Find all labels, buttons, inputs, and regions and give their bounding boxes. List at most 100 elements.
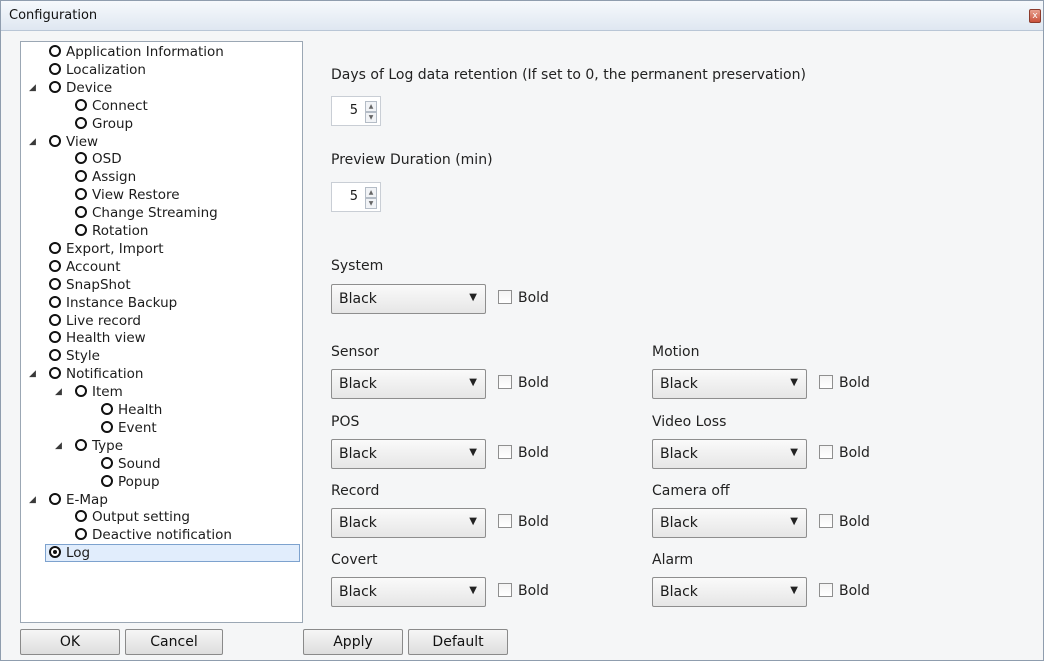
close-button[interactable]: x <box>1029 9 1041 23</box>
tree-item[interactable]: Device <box>49 79 112 97</box>
checkbox-icon[interactable] <box>498 375 512 389</box>
tree-item[interactable]: Connect <box>75 97 148 115</box>
alarm-color-dropdown[interactable]: Black ▼ <box>652 577 807 607</box>
tree-item[interactable]: Event <box>101 419 157 437</box>
covert-color-dropdown[interactable]: Black ▼ <box>331 577 486 607</box>
dropdown-value: Black <box>660 376 698 392</box>
tree-item[interactable]: Notification <box>49 365 143 383</box>
tree-item-label: Deactive notification <box>92 527 232 544</box>
checkbox-icon[interactable] <box>498 290 512 304</box>
configuration-window: Configuration x Application Information L… <box>0 0 1044 661</box>
tree-item[interactable]: Log <box>49 544 90 562</box>
checkbox-icon[interactable] <box>819 583 833 597</box>
tree-item[interactable]: Export, Import <box>49 240 164 258</box>
expand-arrow-icon[interactable]: ◢ <box>29 365 36 383</box>
bold-label: Bold <box>518 583 549 599</box>
tree-item[interactable]: SnapShot <box>49 276 131 294</box>
tree-item[interactable]: Sound <box>101 455 161 473</box>
tree-item[interactable]: Type <box>75 437 123 455</box>
tree-item[interactable]: Account <box>49 258 121 276</box>
radio-icon <box>75 385 87 398</box>
chevron-down-icon: ▼ <box>790 516 798 527</box>
chevron-down-icon: ▼ <box>469 377 477 388</box>
radio-icon <box>75 170 87 183</box>
expand-arrow-icon[interactable]: ◢ <box>55 437 62 455</box>
tree-item[interactable]: Rotation <box>75 222 148 240</box>
record-bold-checkbox[interactable]: Bold <box>498 514 549 534</box>
motion-color-dropdown[interactable]: Black ▼ <box>652 369 807 399</box>
tree-item[interactable]: E-Map <box>49 491 108 509</box>
preview-label: Preview Duration (min) <box>331 152 493 168</box>
pos-bold-checkbox[interactable]: Bold <box>498 445 549 465</box>
system-bold-checkbox[interactable]: Bold <box>498 290 549 310</box>
checkbox-icon[interactable] <box>498 583 512 597</box>
radio-icon <box>75 224 87 236</box>
tree-item[interactable]: Style <box>49 347 100 365</box>
tree-item[interactable]: Instance Backup <box>49 294 177 312</box>
spin-down-icon[interactable]: ▼ <box>365 198 377 209</box>
checkbox-icon[interactable] <box>498 514 512 528</box>
tree-item[interactable]: Localization <box>49 61 146 79</box>
tree-item[interactable]: Popup <box>101 473 160 491</box>
radio-icon <box>49 349 61 362</box>
motion-bold-checkbox[interactable]: Bold <box>819 375 870 395</box>
video-loss-color-dropdown[interactable]: Black ▼ <box>652 439 807 469</box>
camera-off-bold-checkbox[interactable]: Bold <box>819 514 870 534</box>
tree-item-label: Rotation <box>92 223 149 239</box>
settings-tree[interactable]: Application Information Localization Devic… <box>20 41 303 623</box>
tree-item[interactable]: Live record <box>49 312 141 330</box>
default-button[interactable]: Default <box>408 629 508 655</box>
dropdown-value: Black <box>660 446 698 462</box>
tree-item-label: Item <box>92 384 123 401</box>
system-color-dropdown[interactable]: Black ▼ <box>331 284 486 314</box>
tree-item-label: SnapShot <box>66 276 131 293</box>
checkbox-icon[interactable] <box>819 445 833 459</box>
record-color-dropdown[interactable]: Black ▼ <box>331 508 486 538</box>
alarm-bold-checkbox[interactable]: Bold <box>819 583 870 603</box>
tree-item-label: Export, Import <box>66 240 164 257</box>
tree-item-label: Application Information <box>66 44 224 60</box>
tree-item[interactable]: Output setting <box>75 508 190 526</box>
pos-color-dropdown[interactable]: Black ▼ <box>331 439 486 469</box>
checkbox-icon[interactable] <box>819 514 833 528</box>
camera-off-color-dropdown[interactable]: Black ▼ <box>652 508 807 538</box>
cancel-button[interactable]: Cancel <box>125 629 223 655</box>
spin-up-icon[interactable]: ▲ <box>365 187 377 198</box>
radio-icon <box>75 438 87 451</box>
retention-spinner[interactable]: 5 ▲ ▼ <box>331 96 381 126</box>
sensor-bold-checkbox[interactable]: Bold <box>498 375 549 395</box>
sensor-color-dropdown[interactable]: Black ▼ <box>331 369 486 399</box>
title-bar: Configuration x <box>1 1 1043 31</box>
tree-item[interactable]: OSD <box>75 150 122 168</box>
video-loss-bold-checkbox[interactable]: Bold <box>819 445 870 465</box>
checkbox-icon[interactable] <box>498 445 512 459</box>
tree-item[interactable]: Group <box>75 115 133 133</box>
tree-item-label: E-Map <box>66 491 108 508</box>
tree-item[interactable]: Change Streaming <box>75 204 218 222</box>
retention-value: 5 <box>349 103 358 118</box>
spin-up-icon[interactable]: ▲ <box>365 101 377 112</box>
expand-arrow-icon[interactable]: ◢ <box>29 79 36 97</box>
preview-value: 5 <box>349 189 358 204</box>
tree-item[interactable]: Health view <box>49 329 146 347</box>
video-loss-label: Video Loss <box>652 414 727 430</box>
radio-icon <box>49 367 61 380</box>
tree-item[interactable]: Item <box>75 383 123 401</box>
tree-item-label: Localization <box>66 61 146 78</box>
apply-button[interactable]: Apply <box>303 629 403 655</box>
expand-arrow-icon[interactable]: ◢ <box>55 383 62 401</box>
tree-item-label: Connect <box>92 97 148 114</box>
spin-down-icon[interactable]: ▼ <box>365 112 377 123</box>
tree-item[interactable]: View <box>49 133 98 151</box>
expand-arrow-icon[interactable]: ◢ <box>29 491 36 509</box>
covert-bold-checkbox[interactable]: Bold <box>498 583 549 603</box>
tree-item[interactable]: Deactive notification <box>75 526 232 544</box>
expand-arrow-icon[interactable]: ◢ <box>29 133 36 151</box>
tree-item[interactable]: Application Information <box>49 43 224 61</box>
tree-item[interactable]: View Restore <box>75 186 180 204</box>
checkbox-icon[interactable] <box>819 375 833 389</box>
tree-item[interactable]: Assign <box>75 168 136 186</box>
tree-item[interactable]: Health <box>101 401 162 419</box>
preview-spinner[interactable]: 5 ▲ ▼ <box>331 182 381 212</box>
ok-button[interactable]: OK <box>20 629 120 655</box>
